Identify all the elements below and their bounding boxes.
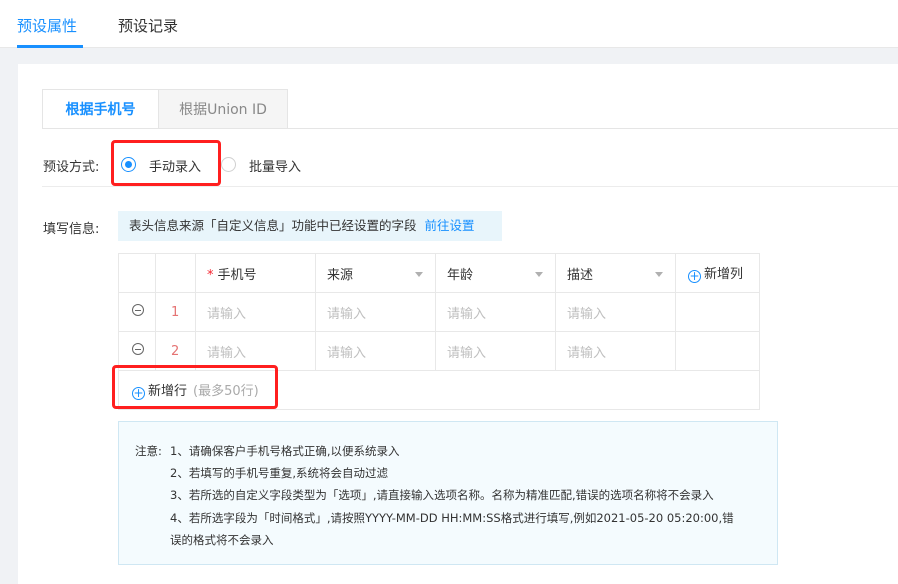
notice-line-5: 误的格式将不会录入 <box>170 533 274 547</box>
table-header-row: * 手机号 来源 年龄 描述 + 新增列 <box>118 253 760 293</box>
minus-circle-icon[interactable] <box>132 304 144 316</box>
highlight-box-manual-entry <box>111 140 221 186</box>
empty-cell <box>675 331 760 371</box>
highlight-box-add-row <box>112 365 278 409</box>
phone-input-placeholder: 请输入 <box>207 306 247 322</box>
empty-cell <box>675 292 760 332</box>
header-phone: * 手机号 <box>195 253 316 293</box>
field-source-hint: 表头信息来源「自定义信息」功能中已经设置的字段 前往设置 <box>118 211 502 241</box>
header-age-label: 年龄 <box>447 267 474 283</box>
notice-line-4: 4、若所选字段为「时间格式」,请按照YYYY-MM-DD HH:MM:SS格式进… <box>170 511 734 525</box>
active-tab-indicator <box>17 45 83 48</box>
source-input-placeholder: 请输入 <box>327 345 367 361</box>
age-input[interactable]: 请输入 <box>435 331 556 371</box>
source-input-placeholder: 请输入 <box>327 306 367 322</box>
caret-down-icon[interactable] <box>415 272 423 277</box>
phone-input-placeholder: 请输入 <box>207 345 247 361</box>
subtab-divider <box>42 128 898 129</box>
header-description[interactable]: 描述 <box>555 253 676 293</box>
notice-line-3: 3、若所选的自定义字段类型为「选项」,请直接输入选项名称。名称为精准匹配,错误的… <box>170 488 714 502</box>
subtab-by-phone[interactable]: 根据手机号 <box>42 89 159 129</box>
notice-prefix: 注意: <box>135 444 162 458</box>
row-delete-cell[interactable] <box>118 292 156 332</box>
notice-line-1: 1、请确保客户手机号格式正确,以便系统录入 <box>170 444 400 458</box>
header-phone-label: 手机号 <box>217 267 257 283</box>
hint-text: 表头信息来源「自定义信息」功能中已经设置的字段 <box>129 218 417 233</box>
caret-down-icon[interactable] <box>655 272 663 277</box>
radio-batch-import-label[interactable]: 批量导入 <box>249 156 301 175</box>
tab-preset-records[interactable]: 预设记录 <box>118 15 178 36</box>
description-input[interactable]: 请输入 <box>555 292 676 332</box>
goto-settings-link[interactable]: 前往设置 <box>425 218 475 233</box>
description-input-placeholder: 请输入 <box>567 306 607 322</box>
plus-circle-icon: + <box>688 269 701 283</box>
header-description-label: 描述 <box>567 267 594 283</box>
age-input[interactable]: 请输入 <box>435 292 556 332</box>
header-action <box>118 253 156 293</box>
fill-info-label: 填写信息: <box>43 222 100 237</box>
header-source-label: 来源 <box>327 267 354 283</box>
section-divider <box>42 186 898 187</box>
caret-down-icon[interactable] <box>535 272 543 277</box>
add-column-label: 新增列 <box>704 267 744 282</box>
header-index <box>155 253 196 293</box>
required-mark: * <box>207 267 214 283</box>
age-input-placeholder: 请输入 <box>447 345 487 361</box>
minus-circle-icon[interactable] <box>132 343 144 355</box>
header-source[interactable]: 来源 <box>315 253 436 293</box>
notice-box: 注意: 1、请确保客户手机号格式正确,以便系统录入 2、若填写的手机号重复,系统… <box>118 421 778 565</box>
tab-preset-attributes[interactable]: 预设属性 <box>17 15 77 36</box>
source-input[interactable]: 请输入 <box>315 292 436 332</box>
row-index: 1 <box>155 292 196 332</box>
row-index-label: 2 <box>171 343 180 359</box>
description-input[interactable]: 请输入 <box>555 331 676 371</box>
header-age[interactable]: 年龄 <box>435 253 556 293</box>
phone-input[interactable]: 请输入 <box>195 292 316 332</box>
preset-method-label: 预设方式: <box>43 160 100 175</box>
radio-batch-import[interactable] <box>221 157 236 172</box>
subtab-by-union-id[interactable]: 根据Union ID <box>158 89 288 129</box>
top-tab-bar: 预设属性 预设记录 <box>0 0 898 48</box>
row-index-label: 1 <box>171 304 180 320</box>
notice-line-2: 2、若填写的手机号重复,系统将会自动过滤 <box>170 466 388 480</box>
age-input-placeholder: 请输入 <box>447 306 487 322</box>
source-input[interactable]: 请输入 <box>315 331 436 371</box>
add-column-button[interactable]: + 新增列 <box>675 253 760 293</box>
table-row: 1 请输入 请输入 请输入 请输入 <box>118 292 760 332</box>
description-input-placeholder: 请输入 <box>567 345 607 361</box>
